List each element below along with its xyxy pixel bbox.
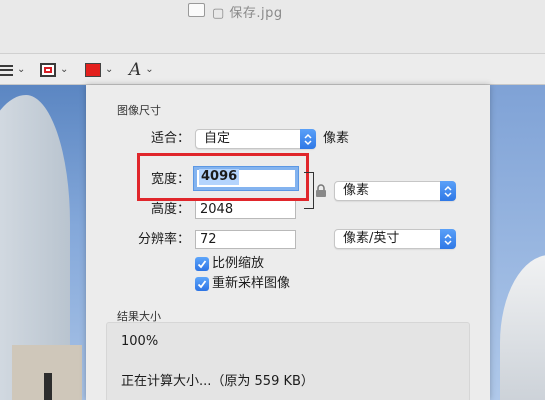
height-label: 高度： <box>151 202 191 217</box>
chevron-down-icon: ⌄ <box>105 64 114 75</box>
resolution-unit-value: 像素/英寸 <box>343 231 400 246</box>
lock-icon[interactable] <box>315 183 327 202</box>
fit-unit-label: 像素 <box>323 131 350 146</box>
chevron-down-icon: ⌄ <box>17 64 26 75</box>
image-size-section-title: 图像尺寸 <box>117 104 161 117</box>
canvas-pillar <box>44 373 52 400</box>
resolution-unit-popup[interactable]: 像素/英寸 <box>334 229 456 249</box>
dimension-unit-popup[interactable]: 像素 <box>334 181 456 201</box>
lines-icon <box>0 64 13 76</box>
dimension-unit-value: 像素 <box>343 183 370 198</box>
scale-proportionally-checkbox[interactable] <box>195 257 209 271</box>
width-highlight-box <box>137 153 309 201</box>
border-color-icon <box>40 63 56 77</box>
markup-toolbar: ⌄ ⌄ ⌄ A ⌄ <box>0 53 545 85</box>
text-style-button[interactable]: A ⌄ <box>129 61 154 79</box>
resolution-field[interactable]: 72 <box>195 230 296 249</box>
document-icon <box>188 3 205 17</box>
height-value: 2048 <box>200 202 234 217</box>
result-status: 正在计算大小...（原为 559 KB） <box>121 374 314 389</box>
fit-popup[interactable]: 自定 <box>195 129 316 149</box>
resolution-value: 72 <box>200 232 217 247</box>
aspect-link-bracket <box>304 172 314 209</box>
font-icon: A <box>129 59 142 80</box>
chevron-down-icon: ⌄ <box>145 64 154 75</box>
height-field[interactable]: 2048 <box>195 200 296 219</box>
chevron-down-icon: ⌄ <box>60 64 69 75</box>
fill-color-icon <box>85 63 101 77</box>
up-down-arrows-icon <box>440 229 456 249</box>
window-title: ▢ 保存.jpg <box>212 6 283 21</box>
resample-image-label: 重新采样图像 <box>212 276 291 291</box>
border-color-button[interactable]: ⌄ <box>40 61 68 79</box>
scale-proportionally-label: 比例缩放 <box>212 256 265 271</box>
title-bar: ▢ 保存.jpg <box>0 0 545 53</box>
result-percent: 100% <box>121 334 159 349</box>
resample-image-checkbox[interactable] <box>195 277 209 291</box>
line-style-button[interactable]: ⌄ <box>0 61 25 79</box>
fill-color-button[interactable]: ⌄ <box>85 61 113 79</box>
resolution-label: 分辨率： <box>138 232 191 247</box>
up-down-arrows-icon <box>440 181 456 201</box>
fit-value: 自定 <box>204 131 231 146</box>
fit-label: 适合： <box>151 131 191 146</box>
up-down-arrows-icon <box>300 129 316 149</box>
